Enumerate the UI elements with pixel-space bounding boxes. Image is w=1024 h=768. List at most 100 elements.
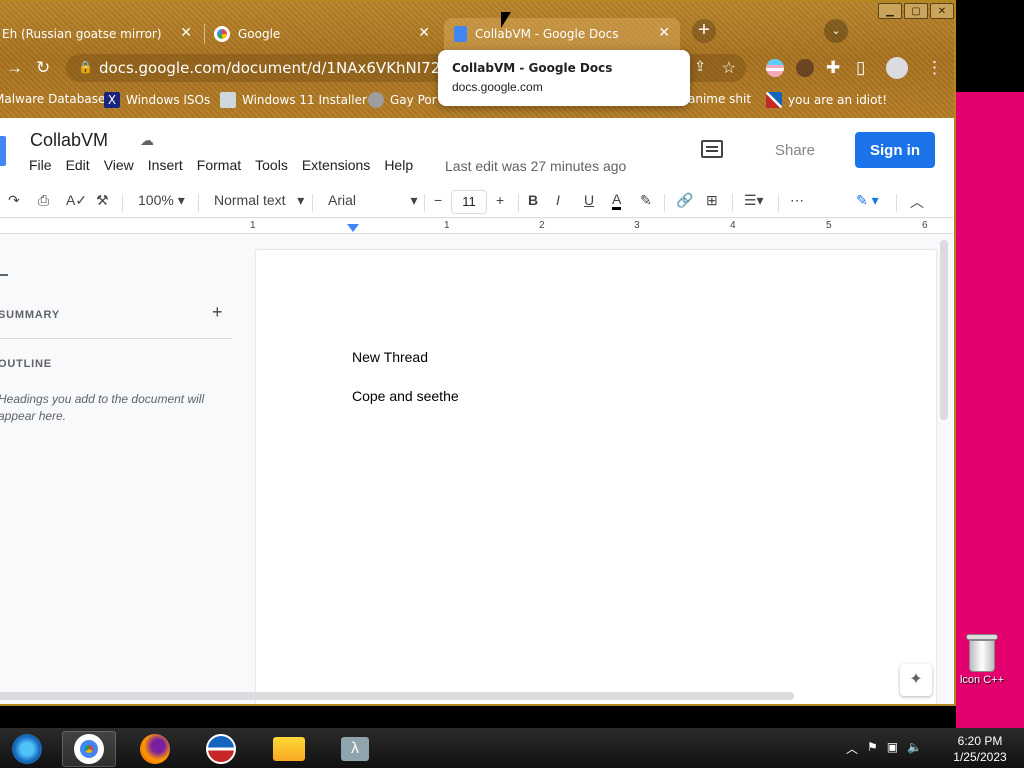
docs-logo-icon[interactable] xyxy=(0,136,6,166)
spellcheck-icon[interactable]: A✓ xyxy=(66,192,87,209)
firefox-icon xyxy=(140,734,170,764)
editing-mode-pencil-icon[interactable]: ✎ ▾ xyxy=(856,192,879,209)
menu-help[interactable]: Help xyxy=(384,157,413,173)
volume-icon[interactable]: 🔈 xyxy=(907,740,922,757)
redo-icon[interactable]: ↷ xyxy=(8,192,20,209)
print-icon[interactable]: ⎙ xyxy=(38,192,49,209)
vertical-scrollbar[interactable] xyxy=(940,240,948,420)
menu-format[interactable]: Format xyxy=(197,157,241,173)
document-paragraph[interactable]: New Thread xyxy=(352,349,428,365)
font-size-input[interactable]: 11 xyxy=(451,190,487,214)
underline-button[interactable]: U xyxy=(584,192,594,208)
document-page[interactable]: New Thread Cope and seethe xyxy=(256,250,936,704)
clock[interactable]: 6:20 PM 1/25/2023 xyxy=(944,733,1016,765)
bookmark-anime[interactable]: anime shit xyxy=(688,92,751,106)
bookmark-windows-isos[interactable]: X Windows ISOs xyxy=(104,92,210,108)
extensions-puzzle-icon[interactable]: ✚ xyxy=(826,58,840,78)
bookmark-star-icon[interactable]: ☆ xyxy=(722,58,736,78)
document-paragraph[interactable]: Cope and seethe xyxy=(352,388,459,404)
close-tab-icon[interactable]: ✕ xyxy=(418,25,430,41)
ruler[interactable]: 1 1 2 3 4 5 6 xyxy=(0,220,954,234)
action-center-flag-icon[interactable]: ⚑ xyxy=(867,740,878,757)
extension-avatar-icon[interactable] xyxy=(796,59,814,77)
close-window-button[interactable]: ✕ xyxy=(930,3,954,19)
show-hidden-icons-chevron-icon[interactable]: ︿ xyxy=(846,740,858,757)
tab-goatse-mirror[interactable]: Eh (Russian goatse mirror) ✕ xyxy=(2,18,202,50)
minimize-button[interactable]: ▁ xyxy=(878,3,902,19)
collapse-outline-icon[interactable] xyxy=(0,274,8,276)
tab-strip: Eh (Russian goatse mirror) ✕ Google ✕ Co… xyxy=(0,14,858,50)
close-tab-icon[interactable]: ✕ xyxy=(180,25,192,41)
summary-heading: SUMMARY xyxy=(0,309,61,321)
menu-bar: File Edit View Insert Format Tools Exten… xyxy=(29,157,427,173)
paint-format-icon[interactable]: ⚒ xyxy=(96,192,109,209)
bookmark-gay-por[interactable]: Gay Por xyxy=(368,92,437,108)
tab-search-button[interactable]: ⌄ xyxy=(824,19,848,43)
menu-edit[interactable]: Edit xyxy=(66,157,90,173)
insert-link-icon[interactable]: 🔗 xyxy=(676,192,693,209)
align-icon[interactable]: ☰▾ xyxy=(744,192,764,209)
ruler-mark: 1 xyxy=(250,220,256,231)
network-icon[interactable]: ▣ xyxy=(887,740,898,757)
menu-view[interactable]: View xyxy=(104,157,134,173)
share-page-icon[interactable]: ⇪ xyxy=(694,58,706,75)
bookmark-windows-11-installer[interactable]: Windows 11 Installer xyxy=(220,92,367,108)
sign-in-button[interactable]: Sign in xyxy=(855,132,935,168)
side-panel-icon[interactable]: ▯ xyxy=(856,58,865,78)
menu-insert[interactable]: Insert xyxy=(148,157,183,173)
taskbar-app-obama[interactable] xyxy=(194,731,248,767)
increase-font-size-button[interactable]: + xyxy=(496,192,504,208)
new-tab-button[interactable]: + xyxy=(692,19,716,43)
last-edit-status[interactable]: Last edit was 27 minutes ago xyxy=(445,158,626,174)
outline-hint-text: Headings you add to the document will ap… xyxy=(0,392,205,423)
italic-button[interactable]: I xyxy=(556,192,560,208)
menu-tools[interactable]: Tools xyxy=(255,157,288,173)
url-text[interactable]: docs.google.com/document/d/1NAx6VKhNI72r… xyxy=(99,59,485,77)
explore-sparkle-icon[interactable]: ✦ xyxy=(900,664,932,696)
toolbar-divider xyxy=(198,194,199,212)
profile-icon[interactable] xyxy=(886,57,908,79)
extension-flag-icon[interactable] xyxy=(766,59,784,77)
menu-file[interactable]: File xyxy=(29,157,52,173)
style-select[interactable]: Normal text ▾ xyxy=(214,192,304,209)
font-select[interactable]: Arial ▾ xyxy=(328,192,418,209)
decrease-font-size-button[interactable]: − xyxy=(434,192,442,208)
bookmark-malware-database[interactable]: Malware Database xyxy=(0,92,105,106)
bookmark-you-are-an-idiot[interactable]: you are an idiot! xyxy=(766,92,887,108)
forward-arrow-icon[interactable]: → xyxy=(6,58,23,78)
reload-icon[interactable]: ↻ xyxy=(36,58,50,78)
more-options-button[interactable]: ⋯ xyxy=(790,192,804,209)
start-button[interactable] xyxy=(0,731,54,767)
tab-google[interactable]: Google ✕ xyxy=(214,18,440,50)
tab-title: CollabVM - Google Docs xyxy=(475,27,619,41)
menu-kebab-icon[interactable]: ⋮ xyxy=(926,58,943,78)
document-title[interactable]: CollabVM xyxy=(30,130,108,151)
tab-collabvm-docs[interactable]: CollabVM - Google Docs ✕ xyxy=(444,18,680,50)
toolbar-divider xyxy=(732,194,733,212)
taskbar-chrome[interactable] xyxy=(62,731,116,767)
add-summary-icon[interactable]: + xyxy=(212,302,223,323)
taskbar: λ ︿ ⚑ ▣ 🔈 6:20 PM 1/25/2023 xyxy=(0,728,1024,768)
taskbar-file-explorer[interactable] xyxy=(262,731,316,767)
comment-history-icon[interactable] xyxy=(701,140,723,158)
horizontal-scrollbar[interactable] xyxy=(0,692,794,700)
add-comment-icon[interactable]: ⊞ xyxy=(706,192,718,209)
recycle-bin[interactable]: lcon C++ xyxy=(952,630,1012,686)
ruler-mark: 3 xyxy=(634,220,640,231)
bold-button[interactable]: B xyxy=(528,192,538,208)
indent-marker[interactable] xyxy=(347,224,359,232)
highlight-color-icon[interactable]: ✎ xyxy=(640,192,652,209)
menu-extensions[interactable]: Extensions xyxy=(302,157,370,173)
text-color-button[interactable]: A xyxy=(612,192,622,210)
hide-menus-chevron-up-icon[interactable]: ︿ xyxy=(910,192,924,212)
tab-title: Google xyxy=(238,27,281,41)
share-button[interactable]: Share xyxy=(750,132,840,168)
lambda-icon: λ xyxy=(341,737,369,761)
close-tab-icon[interactable]: ✕ xyxy=(658,25,670,41)
taskbar-firefox[interactable] xyxy=(128,731,182,767)
zoom-select[interactable]: 100% ▾ xyxy=(138,192,185,209)
taskbar-lambda-app[interactable]: λ xyxy=(328,731,382,767)
cloud-saved-icon[interactable]: ☁ xyxy=(140,132,154,149)
recycle-bin-label: lcon C++ xyxy=(959,674,1005,686)
maximize-button[interactable]: ▢ xyxy=(904,3,928,19)
